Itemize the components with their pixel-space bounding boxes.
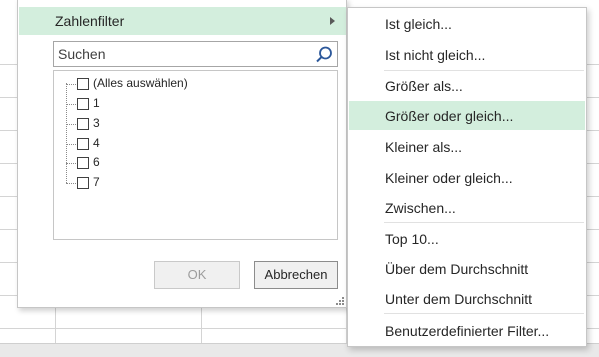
list-item[interactable]: 4 [54,135,324,153]
checkbox[interactable] [77,138,89,150]
tree-connector [66,124,76,125]
list-item[interactable]: 7 [54,174,324,192]
search-input[interactable] [54,42,306,66]
checkbox[interactable] [77,98,89,110]
menu-item-label: Ist gleich... [385,16,452,32]
menu-item-less-than[interactable]: Kleiner als... [349,132,585,161]
menu-item-greater-or-equal[interactable]: Größer oder gleich... [349,101,585,130]
menu-item-below-average[interactable]: Unter dem Durchschnitt [349,284,585,313]
menu-item-top-10[interactable]: Top 10... [349,224,585,253]
filter-dropdown-panel: Zahlenfilter (Alles auswählen) 1 3 [17,0,347,308]
list-item-label: 1 [93,96,100,110]
menu-item-less-or-equal[interactable]: Kleiner oder gleich... [349,163,585,192]
ok-button[interactable]: OK [154,261,240,289]
search-field[interactable] [53,41,338,67]
menu-item-label: Größer als... [385,78,463,94]
menu-item-label: Über dem Durchschnitt [385,261,529,277]
number-filters-menu-item[interactable]: Zahlenfilter [19,7,346,35]
resize-grip-icon[interactable] [336,297,344,305]
menu-item-label: Kleiner oder gleich... [385,170,513,186]
list-item-select-all[interactable]: (Alles auswählen) [54,75,324,93]
list-item[interactable]: 1 [54,95,324,113]
menu-item-label: Zwischen... [385,200,456,216]
value-list: (Alles auswählen) 1 3 4 6 7 [53,70,338,240]
menu-item-label: Unter dem Durchschnitt [385,291,533,307]
number-filters-submenu: Ist gleich... Ist nicht gleich... Größer… [347,7,587,347]
menu-item-not-equals[interactable]: Ist nicht gleich... [349,40,585,69]
list-item[interactable]: 6 [54,154,324,172]
list-item-label: 6 [93,155,100,169]
menu-item-between[interactable]: Zwischen... [349,193,585,222]
menu-item-custom-filter[interactable]: Benutzerdefinierter Filter... [349,316,585,345]
menu-item-label: Kleiner als... [385,139,463,155]
checkbox[interactable] [77,157,89,169]
checkbox[interactable] [77,78,89,90]
list-item-label: 3 [93,116,100,130]
menu-item-equals[interactable]: Ist gleich... [349,9,585,38]
menu-separator [384,313,584,314]
tree-connector [66,183,76,184]
list-item[interactable]: 3 [54,115,324,133]
tree-connector [66,144,76,145]
checkbox[interactable] [77,118,89,130]
tree-connector [66,84,76,85]
menu-item-above-average[interactable]: Über dem Durchschnitt [349,254,585,283]
menu-item-label: Top 10... [385,231,439,247]
tree-connector [66,163,76,164]
chevron-right-icon [330,17,335,25]
cancel-button[interactable]: Abbrechen [254,261,338,289]
list-item-label: (Alles auswählen) [93,76,188,90]
list-item-label: 7 [93,175,100,189]
menu-item-label: Benutzerdefinierter Filter... [385,323,550,339]
checkbox[interactable] [77,177,89,189]
menu-item-label: Ist nicht gleich... [385,47,486,63]
list-item-label: 4 [93,136,100,150]
search-icon[interactable] [314,45,334,65]
menu-item-greater-than[interactable]: Größer als... [349,71,585,100]
menu-separator [384,222,584,223]
tree-connector [66,104,76,105]
number-filters-label: Zahlenfilter [55,13,125,29]
menu-item-label: Größer oder gleich... [385,108,514,124]
